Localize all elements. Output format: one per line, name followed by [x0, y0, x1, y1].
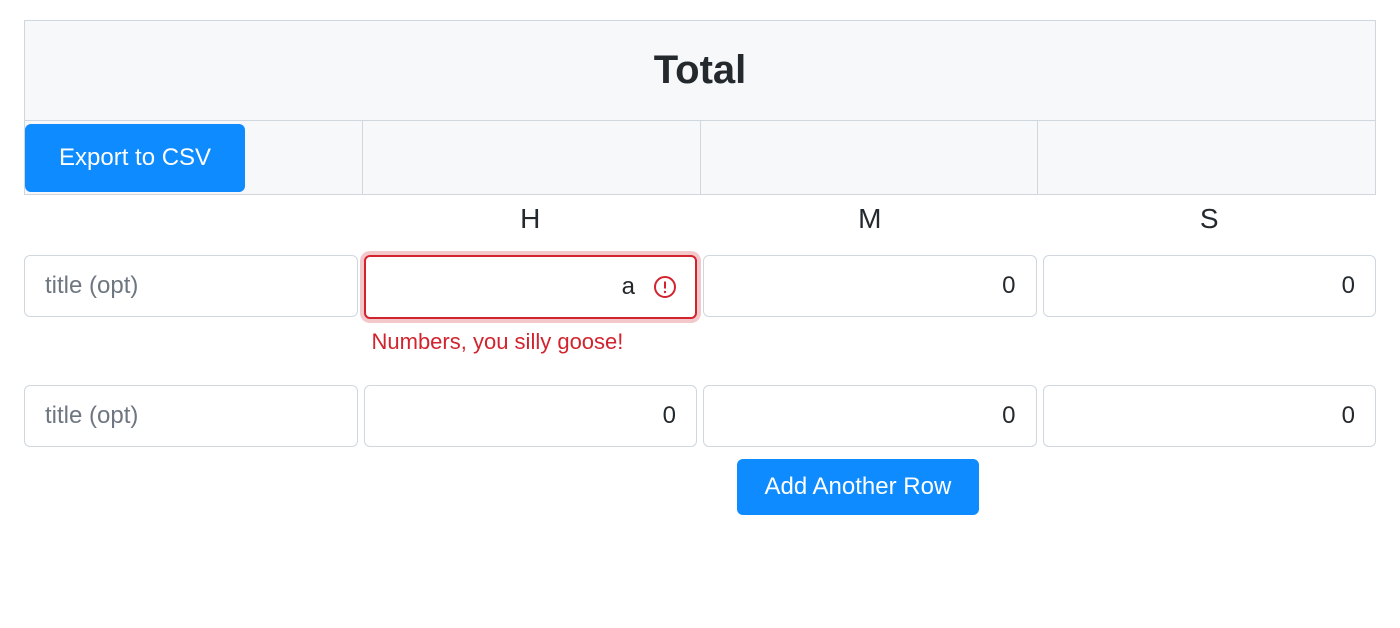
- page-title: Total: [25, 21, 1376, 121]
- hours-input[interactable]: [364, 385, 698, 447]
- minutes-input[interactable]: [703, 385, 1037, 447]
- total-s-cell: [1038, 121, 1376, 195]
- total-h-cell: [362, 121, 700, 195]
- total-header-table: Total Export to CSV: [24, 20, 1376, 195]
- add-row-button[interactable]: Add Another Row: [737, 459, 980, 515]
- error-icon: [653, 275, 677, 299]
- hours-input[interactable]: [364, 255, 698, 319]
- column-headers-row: H M S: [24, 203, 1376, 235]
- export-csv-button[interactable]: Export to CSV: [25, 124, 245, 192]
- title-input[interactable]: [24, 255, 358, 317]
- title-input[interactable]: [24, 385, 358, 447]
- column-header-s: S: [1043, 203, 1377, 235]
- error-message: Numbers, you silly goose!: [364, 329, 698, 355]
- seconds-input[interactable]: [1043, 255, 1377, 317]
- seconds-input[interactable]: [1043, 385, 1377, 447]
- data-row: Numbers, you silly goose!: [24, 255, 1376, 355]
- column-header-h: H: [364, 203, 698, 235]
- minutes-input[interactable]: [703, 255, 1037, 317]
- data-row: [24, 385, 1376, 447]
- total-m-cell: [700, 121, 1038, 195]
- column-header-m: M: [703, 203, 1037, 235]
